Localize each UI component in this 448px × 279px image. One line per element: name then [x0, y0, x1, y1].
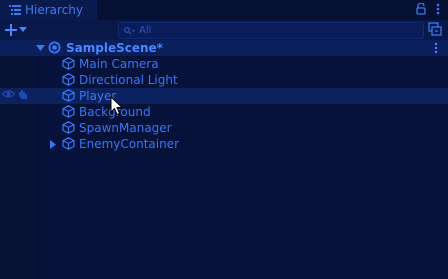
- gameobject-cube-icon: [62, 105, 75, 118]
- item-label: Player: [79, 89, 117, 103]
- unity-scene-icon: [48, 41, 61, 54]
- scene-visibility-icon[interactable]: [427, 22, 443, 37]
- hierarchy-item-spawn-manager[interactable]: SpawnManager: [0, 120, 448, 136]
- gameobject-cube-icon: [62, 73, 75, 86]
- plus-icon: [5, 24, 17, 36]
- expand-arrow-icon[interactable]: [35, 43, 45, 53]
- scene-row[interactable]: SampleScene*: [0, 40, 448, 56]
- lock-icon[interactable]: [416, 3, 426, 15]
- item-label: Background: [79, 105, 151, 119]
- visibility-eye-icon[interactable]: [2, 89, 15, 99]
- item-label: EnemyContainer: [79, 137, 180, 151]
- tab-hierarchy[interactable]: Hierarchy: [0, 0, 97, 20]
- gameobject-cube-icon: [62, 137, 75, 150]
- hierarchy-tree: SampleScene* Main Camera Directional Lig…: [0, 40, 448, 152]
- hierarchy-item-player[interactable]: Player: [0, 88, 448, 104]
- create-dropdown-button[interactable]: [5, 22, 35, 38]
- list-icon: [9, 5, 21, 15]
- gameobject-cube-icon: [62, 57, 75, 70]
- hierarchy-item-main-camera[interactable]: Main Camera: [0, 56, 448, 72]
- gameobject-cube-icon: [62, 89, 75, 102]
- item-label: SpawnManager: [79, 121, 172, 135]
- scene-menu-icon[interactable]: [434, 42, 438, 54]
- item-label: Directional Light: [79, 73, 178, 87]
- chevron-down-icon: [19, 27, 27, 32]
- item-label: Main Camera: [79, 57, 159, 71]
- search-field[interactable]: [118, 22, 424, 39]
- hierarchy-item-directional-light[interactable]: Directional Light: [0, 72, 448, 88]
- scene-name: SampleScene*: [66, 41, 163, 55]
- gameobject-cube-icon: [62, 121, 75, 134]
- pickable-hand-icon[interactable]: [17, 89, 29, 100]
- search-icon: [124, 26, 135, 35]
- tab-title: Hierarchy: [25, 3, 84, 17]
- expand-arrow-icon[interactable]: [48, 139, 58, 149]
- hierarchy-item-enemy-container[interactable]: EnemyContainer: [0, 136, 448, 152]
- hierarchy-item-background[interactable]: Background: [0, 104, 448, 120]
- kebab-menu-icon[interactable]: [436, 3, 440, 15]
- search-input[interactable]: [139, 25, 399, 36]
- panel-tab-bar: Hierarchy: [0, 0, 448, 20]
